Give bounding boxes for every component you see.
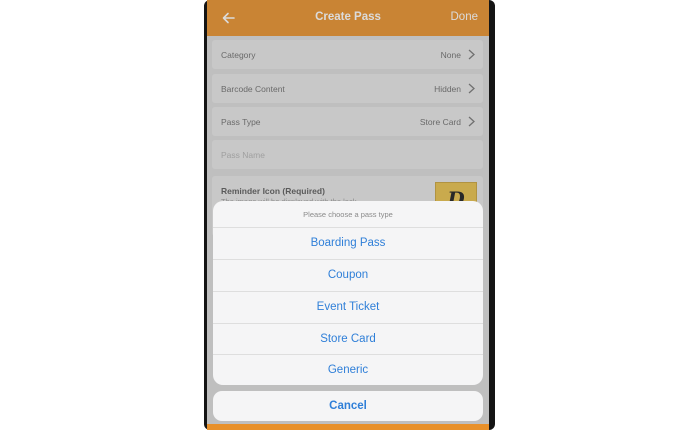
pass-type-action-sheet: Please choose a pass type Boarding Pass … xyxy=(213,201,483,385)
option-coupon[interactable]: Coupon xyxy=(213,259,483,291)
bottom-bar xyxy=(207,424,489,430)
cancel-button[interactable]: Cancel xyxy=(213,391,483,421)
option-event-ticket[interactable]: Event Ticket xyxy=(213,291,483,323)
action-sheet-header: Please choose a pass type xyxy=(303,210,393,219)
option-store-card[interactable]: Store Card xyxy=(213,323,483,355)
app-screen: Create Pass Done Category None Barcode C… xyxy=(207,0,489,430)
option-generic[interactable]: Generic xyxy=(213,354,483,385)
option-boarding-pass[interactable]: Boarding Pass xyxy=(213,227,483,259)
